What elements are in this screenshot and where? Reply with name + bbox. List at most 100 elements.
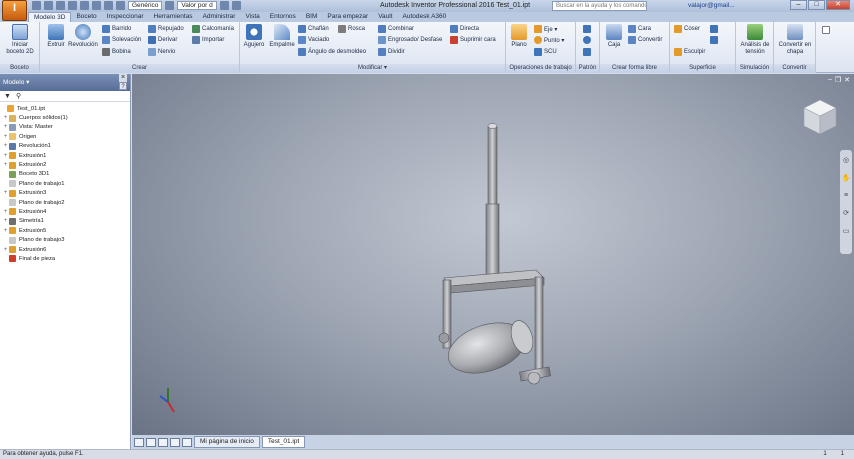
- zoom-icon[interactable]: ≡: [844, 192, 848, 199]
- tab-list-icon[interactable]: [182, 437, 192, 447]
- material-dropdown[interactable]: Genérico: [128, 1, 163, 10]
- cascade-icon[interactable]: [158, 437, 168, 447]
- sweep-button[interactable]: Barrido: [102, 25, 131, 33]
- tab-boceto[interactable]: Boceto: [71, 12, 101, 22]
- application-menu-button[interactable]: I: [2, 0, 27, 21]
- rectangular-pattern-button[interactable]: [583, 25, 591, 33]
- tab-inspeccionar[interactable]: Inspeccionar: [102, 12, 149, 22]
- tab-home-page[interactable]: Mi página de inicio: [194, 436, 260, 448]
- orbit-icon[interactable]: ⟳: [843, 209, 849, 217]
- trim-button[interactable]: [710, 36, 718, 44]
- tree-item[interactable]: + Extrusión6: [0, 245, 130, 254]
- expand-toggle-icon[interactable]: +: [2, 209, 9, 215]
- tree-item[interactable]: + Extrusión5: [0, 226, 130, 235]
- part-model[interactable]: [438, 123, 551, 385]
- expand-toggle-icon[interactable]: +: [2, 162, 9, 168]
- redo-icon[interactable]: [80, 1, 89, 10]
- tab-herramientas[interactable]: Herramientas: [149, 12, 198, 22]
- derive-button[interactable]: Derivar: [148, 36, 177, 44]
- view-cube[interactable]: [803, 99, 837, 135]
- combine-button[interactable]: Combinar: [378, 25, 414, 33]
- work-plane-button[interactable]: Plano: [509, 24, 529, 49]
- user-account[interactable]: valajor@gmail...: [688, 2, 735, 9]
- tab-vista[interactable]: Vista: [240, 12, 264, 22]
- expand-toggle-icon[interactable]: +: [2, 115, 9, 121]
- stitch-button[interactable]: Coser: [674, 25, 700, 33]
- patch-button[interactable]: [710, 25, 718, 33]
- tree-item[interactable]: + Extrusión1: [0, 151, 130, 160]
- tab-entornos[interactable]: Entornos: [265, 12, 301, 22]
- tree-item[interactable]: + Cuerpos sólidos(1): [0, 113, 130, 122]
- arrange-icon[interactable]: [170, 437, 180, 447]
- sculpt-button[interactable]: Esculpir: [674, 48, 705, 56]
- tab-document[interactable]: Test_01.ipt: [261, 436, 306, 448]
- close-button[interactable]: ✕: [826, 0, 850, 10]
- tree-item[interactable]: + Origen: [0, 132, 130, 141]
- hole-button[interactable]: Agujero: [243, 24, 265, 49]
- ucs-button[interactable]: SCU: [534, 48, 557, 56]
- tree-item[interactable]: Plano de trabajo2: [0, 198, 130, 207]
- emboss-button[interactable]: Repujado: [148, 25, 184, 33]
- start-2d-sketch-button[interactable]: Iniciar boceto 2D: [4, 24, 36, 56]
- filter-icon[interactable]: ▼: [4, 93, 11, 100]
- tree-item[interactable]: + Extrusión3: [0, 189, 130, 198]
- expand-toggle-icon[interactable]: +: [2, 134, 9, 140]
- tree-item[interactable]: Plano de trabajo1: [0, 179, 130, 188]
- clear-appearance-icon[interactable]: [219, 1, 229, 10]
- expand-toggle-icon[interactable]: +: [2, 153, 9, 159]
- rib-button[interactable]: Nervio: [148, 48, 175, 56]
- tab-para-empezar[interactable]: Para empezar: [322, 12, 373, 22]
- graphics-viewport[interactable]: – ❐ ✕ ◎ ✋ ≡ ⟳ ▭: [132, 74, 854, 435]
- ribbon-options-button[interactable]: [822, 26, 830, 34]
- tab-vault[interactable]: Vault: [373, 12, 397, 22]
- work-axis-button[interactable]: Eje ▾: [534, 25, 557, 33]
- split-button[interactable]: Dividir: [378, 48, 405, 56]
- browser-help-button[interactable]: ?: [119, 82, 127, 90]
- tree-item[interactable]: + Extrusión4: [0, 207, 130, 216]
- convert-freeform-button[interactable]: Convertir: [628, 36, 662, 44]
- binoculars-icon[interactable]: ⚲: [16, 92, 21, 100]
- convert-sheet-metal-button[interactable]: Convertir en chapa: [777, 24, 813, 56]
- look-at-icon[interactable]: ▭: [843, 227, 850, 235]
- select-icon[interactable]: [116, 1, 125, 10]
- extrude-button[interactable]: Extruir: [44, 24, 68, 49]
- update-icon[interactable]: [104, 1, 113, 10]
- expand-toggle-icon[interactable]: +: [2, 143, 9, 149]
- expand-toggle-icon[interactable]: +: [2, 247, 9, 253]
- browser-title[interactable]: Modelo ▾: [3, 79, 29, 86]
- tree-item[interactable]: + Revolución1: [0, 142, 130, 151]
- tab-administrar[interactable]: Administrar: [198, 12, 241, 22]
- tab-modelo-3d[interactable]: Modelo 3D: [28, 12, 72, 22]
- browser-close-button[interactable]: ×: [119, 74, 127, 82]
- expand-toggle-icon[interactable]: +: [2, 124, 9, 130]
- tab-autodesk-a360[interactable]: Autodesk A360: [398, 12, 452, 22]
- tree-item[interactable]: + Simetría1: [0, 217, 130, 226]
- box-freeform-button[interactable]: Caja: [604, 24, 624, 49]
- appearance-icon[interactable]: [165, 1, 175, 10]
- chamfer-button[interactable]: Chaflán: [298, 25, 329, 33]
- expand-toggle-icon[interactable]: +: [2, 190, 9, 196]
- parameters-icon[interactable]: [231, 1, 241, 10]
- direct-edit-button[interactable]: Directa: [450, 25, 479, 33]
- fillet-button[interactable]: Empalme: [268, 24, 296, 49]
- thicken-button[interactable]: Engrosado/ Desfase: [378, 36, 442, 44]
- new-file-icon[interactable]: [32, 1, 41, 10]
- mirror-button[interactable]: [583, 48, 591, 56]
- steering-wheel-icon[interactable]: ◎: [843, 156, 849, 164]
- expand-toggle-icon[interactable]: +: [2, 218, 9, 224]
- home-icon[interactable]: [92, 1, 101, 10]
- tile-horizontal-icon[interactable]: [134, 437, 144, 447]
- help-search-input[interactable]: Buscar en la ayuda y los comandos: [552, 1, 647, 11]
- import-button[interactable]: Importar: [192, 36, 224, 44]
- face-freeform-button[interactable]: Cara: [628, 25, 651, 33]
- open-file-icon[interactable]: [44, 1, 53, 10]
- tile-vertical-icon[interactable]: [146, 437, 156, 447]
- tree-item[interactable]: Boceto 3D1: [0, 170, 130, 179]
- expand-toggle-icon[interactable]: +: [2, 228, 9, 234]
- tree-item[interactable]: + Extrusión2: [0, 160, 130, 169]
- save-icon[interactable]: [56, 1, 65, 10]
- decal-button[interactable]: Calcomanía: [192, 25, 234, 33]
- tree-item[interactable]: Plano de trabajo3: [0, 235, 130, 244]
- tree-item[interactable]: Test_01.ipt: [0, 104, 130, 113]
- delete-face-button[interactable]: Suprimir cara: [450, 36, 496, 44]
